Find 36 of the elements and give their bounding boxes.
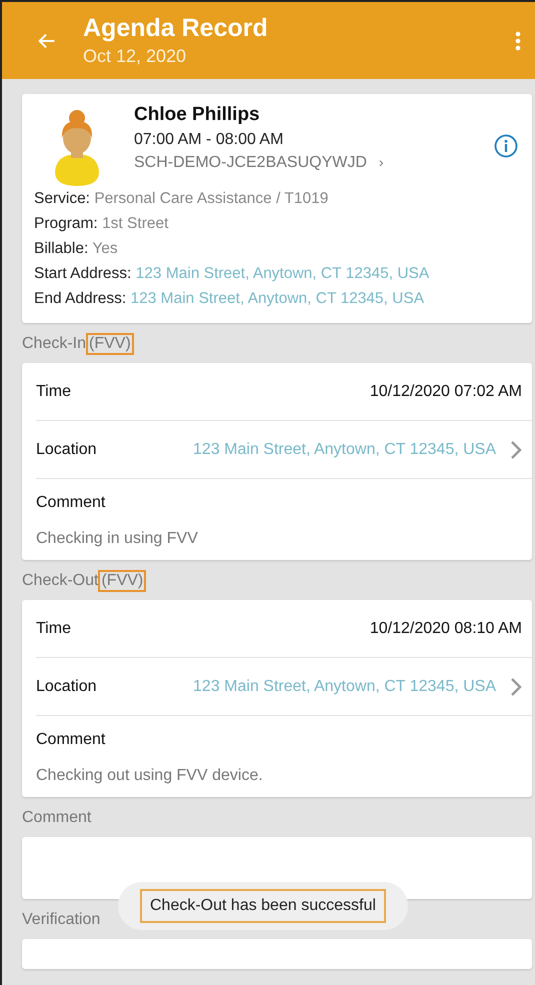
chevron-right-icon (510, 440, 522, 460)
chevron-right-icon (510, 676, 522, 696)
screen-title: Agenda Record (83, 14, 269, 43)
time-value: 10/12/2020 07:02 AM (370, 382, 522, 400)
code-mark: › (378, 154, 384, 172)
time-value: 10/12/2020 08:10 AM (370, 620, 522, 638)
method-tag: (FVV) (86, 333, 134, 355)
row-label: Comment (36, 494, 106, 512)
detail-line: Program: 1st Street (34, 214, 170, 234)
info-button[interactable] (494, 134, 518, 158)
detail-line: Billable: Yes (34, 239, 119, 259)
section-label: Comment (22, 809, 92, 827)
method-tag: (FVV) (98, 570, 146, 592)
row-label: Comment (36, 731, 106, 749)
comment-text: Checking in using FVV (36, 530, 199, 548)
comment-text: Checking out using FVV device. (36, 767, 264, 785)
row-label: Location (36, 440, 96, 458)
detail-line: Service: Personal Care Assistance / T1019 (34, 189, 330, 209)
client-name: Chloe Phillips (134, 104, 261, 126)
screen-subtitle: Oct 12, 2020 (83, 46, 188, 67)
detail-line: End Address: 123 Main Street, Anytown, CT 12345, USA (34, 289, 426, 309)
info-icon (494, 134, 518, 158)
section-label: Check-In (22, 335, 86, 353)
row-label: Location (36, 678, 96, 696)
visit-time: 07:00 AM - 08:00 AM (134, 131, 284, 149)
more-vertical-icon (515, 30, 521, 50)
row-label: Time (36, 620, 71, 638)
row-label: Time (36, 382, 71, 400)
section-label: Check-Out (22, 572, 98, 590)
section-label: Verification (22, 911, 100, 929)
location-link[interactable]: 123 Main Street, Anytown, CT 12345, USA (193, 678, 496, 696)
location-link[interactable]: 123 Main Street, Anytown, CT 12345, USA (193, 440, 496, 458)
detail-line: Start Address: 123 Main Street, Anytown, CT 12345, USA (34, 264, 430, 284)
toast-message: Check-Out has been successful (140, 889, 386, 923)
more-options-button[interactable] (515, 30, 521, 50)
schedule-code: SCH-DEMO-JCE2BASUQYWJD (134, 154, 367, 172)
